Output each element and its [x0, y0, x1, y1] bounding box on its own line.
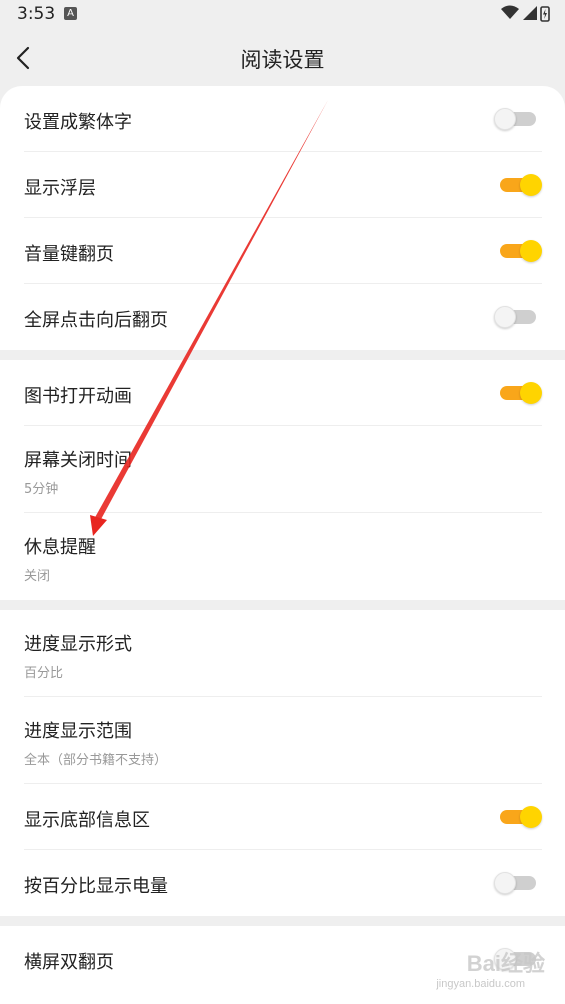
toggle-knob [494, 108, 516, 130]
system-icons [501, 4, 551, 28]
toggle-knob [494, 872, 516, 894]
toggle-knob [520, 240, 542, 262]
toggle-switch[interactable] [494, 108, 536, 130]
setting-label: 休息提醒 [24, 537, 96, 558]
setting-rest-reminder[interactable]: 休息提醒 关闭 [24, 513, 542, 600]
setting-traditional-chinese[interactable]: 设置成繁体字 [24, 86, 542, 152]
toggle-switch[interactable] [494, 306, 536, 328]
setting-label: 横屏双翻页 [24, 952, 114, 973]
setting-label: 显示浮层 [24, 178, 96, 199]
setting-label: 按百分比显示电量 [24, 876, 168, 897]
watermark-logo: Bai经验 [466, 951, 545, 976]
status-bar: 3:53 A [0, 0, 565, 30]
setting-value: 百分比 [24, 666, 64, 681]
setting-screen-off-time[interactable]: 屏幕关闭时间 5分钟 [24, 426, 542, 513]
setting-label: 全屏点击向后翻页 [24, 310, 168, 331]
app-header: 阅读设置 [0, 30, 565, 86]
setting-value: 5分钟 [24, 482, 59, 497]
toggle-switch[interactable] [500, 806, 542, 828]
toggle-switch[interactable] [500, 174, 542, 196]
setting-fullscreen-tap-forward[interactable]: 全屏点击向后翻页 [24, 284, 542, 350]
toggle-switch[interactable] [500, 240, 542, 262]
setting-label: 进度显示形式 [24, 634, 132, 655]
setting-volume-key-page[interactable]: 音量键翻页 [24, 218, 542, 284]
toggle-switch[interactable] [500, 382, 542, 404]
page-title: 阅读设置 [240, 48, 325, 72]
wifi-icon [501, 5, 519, 19]
setting-show-overlay[interactable]: 显示浮层 [24, 152, 542, 218]
setting-label: 音量键翻页 [24, 244, 114, 265]
setting-book-open-animation[interactable]: 图书打开动画 [24, 360, 542, 426]
setting-progress-format[interactable]: 进度显示形式 百分比 [24, 610, 542, 697]
setting-bottom-info-area[interactable]: 显示底部信息区 [24, 784, 542, 850]
setting-label: 屏幕关闭时间 [24, 450, 132, 471]
notification-badge-icon: A [64, 7, 77, 20]
setting-battery-percent[interactable]: 按百分比显示电量 [24, 850, 542, 916]
setting-value: 关闭 [24, 569, 51, 584]
group-divider [0, 916, 565, 926]
watermark-url: jingyan.baidu.com [436, 978, 525, 990]
toggle-knob [520, 806, 542, 828]
setting-value: 全本（部分书籍不支持） [24, 753, 168, 768]
setting-progress-range[interactable]: 进度显示范围 全本（部分书籍不支持） [24, 697, 542, 784]
setting-label: 进度显示范围 [24, 721, 132, 742]
setting-label: 显示底部信息区 [24, 810, 150, 831]
cellular-signal-icon [523, 6, 537, 20]
toggle-switch[interactable] [494, 872, 536, 894]
toggle-knob [494, 306, 516, 328]
status-time: 3:53 [17, 4, 56, 24]
toggle-knob [520, 382, 542, 404]
group-divider [0, 600, 565, 610]
setting-label: 图书打开动画 [24, 386, 132, 407]
toggle-knob [520, 174, 542, 196]
group-divider [0, 350, 565, 360]
setting-label: 设置成繁体字 [24, 112, 132, 133]
settings-card: 设置成繁体字 显示浮层 音量键翻页 全屏点击向后翻页 图书打开动画 屏幕关闭时间… [0, 86, 565, 1004]
